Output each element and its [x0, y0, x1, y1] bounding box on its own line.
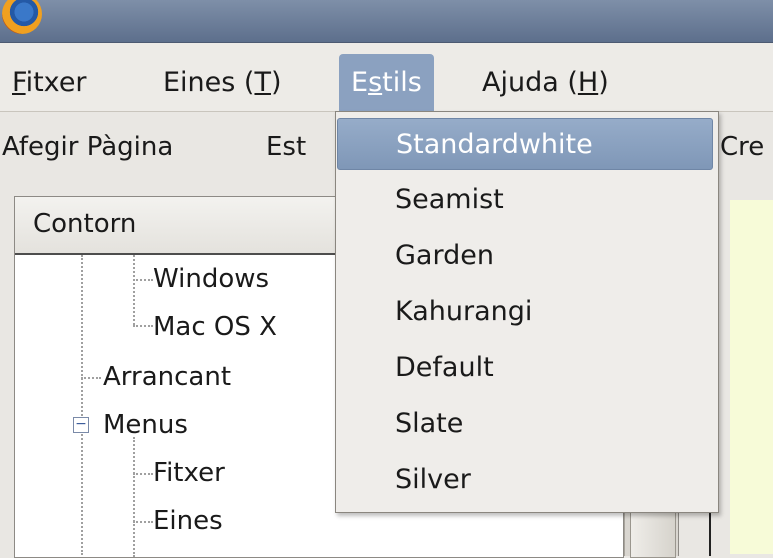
menu-fitxer-label-post: itxer	[25, 67, 87, 98]
menu-ajuda-label-pre: Ajuda (	[482, 67, 578, 98]
add-page-button[interactable]: Afegir Pàgina	[2, 132, 173, 162]
styles-dropdown-menu: Standardwhite Seamist Garden Kahurangi D…	[335, 111, 719, 513]
window-titlebar	[0, 0, 773, 43]
tree-item-menus[interactable]: Menus	[103, 405, 188, 445]
tree-connector-line	[133, 325, 153, 327]
tree-item-eines[interactable]: Eines	[153, 501, 223, 541]
collapse-icon[interactable]: −	[73, 417, 89, 433]
style-option-silver[interactable]: Silver	[337, 454, 713, 506]
style-option-seamist[interactable]: Seamist	[337, 174, 713, 226]
menu-estils-mnemonic: s	[368, 67, 383, 98]
menu-estils-label-post: tils	[382, 67, 422, 98]
style-option-garden[interactable]: Garden	[337, 230, 713, 282]
menu-fitxer[interactable]: Fitxer	[0, 56, 99, 110]
menu-eines[interactable]: Eines (T)	[151, 56, 294, 110]
menu-eines-label-pre: Eines (	[163, 67, 255, 98]
tree-connector-line	[133, 437, 135, 557]
menu-estils[interactable]: Estils	[339, 54, 434, 112]
tree-connector-line	[133, 521, 153, 523]
menu-ajuda-mnemonic: H	[577, 67, 599, 98]
tree-connector-line	[81, 377, 101, 379]
menu-eines-label-post: )	[270, 67, 282, 98]
tree-connector-line	[81, 255, 83, 555]
tree-column-header-label: Contorn	[33, 209, 137, 239]
tree-connector-line	[133, 279, 153, 281]
style-option-standardwhite[interactable]: Standardwhite	[337, 118, 713, 170]
tree-item-fitxer[interactable]: Fitxer	[153, 453, 225, 493]
tree-item-arrancant[interactable]: Arrancant	[103, 357, 231, 397]
menu-estils-label-pre: E	[351, 67, 369, 98]
menu-fitxer-mnemonic: F	[12, 67, 26, 98]
style-option-kahurangi[interactable]: Kahurangi	[337, 286, 713, 338]
tree-item-mac-os-x[interactable]: Mac OS X	[153, 307, 277, 347]
toolbar-button-partial-left[interactable]: Est	[266, 132, 306, 162]
style-option-default[interactable]: Default	[337, 342, 713, 394]
menu-ajuda-label-post: )	[598, 67, 609, 98]
firefox-logo-icon	[2, 0, 42, 34]
toolbar-button-partial-right[interactable]: Cre	[720, 132, 764, 162]
tree-connector-line	[133, 255, 135, 325]
tree-item-windows[interactable]: Windows	[153, 259, 269, 299]
menu-eines-mnemonic: T	[254, 67, 271, 98]
menu-ajuda[interactable]: Ajuda (H)	[470, 56, 621, 110]
content-pane	[730, 200, 773, 554]
style-option-slate[interactable]: Slate	[337, 398, 713, 450]
tree-connector-line	[133, 473, 153, 475]
